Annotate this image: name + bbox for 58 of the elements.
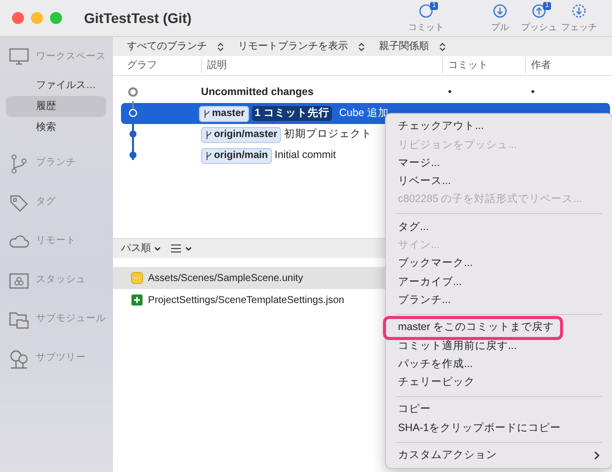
file-path: Assets/Scenes/SampleScene.unity — [148, 272, 304, 286]
menu-item[interactable]: コミット適用前に戻す... — [386, 337, 612, 356]
sort-dropdown[interactable]: パス順 — [121, 241, 161, 256]
close-button[interactable] — [12, 12, 24, 24]
list-icon — [171, 244, 181, 253]
zoom-button[interactable] — [50, 12, 62, 24]
file-path: ProjectSettings/SceneTemplateSettings.json — [148, 294, 344, 308]
commit-icon — [417, 2, 435, 20]
sidebar-item[interactable]: ファイルス… — [6, 75, 106, 96]
column-header[interactable]: コミット — [442, 58, 525, 73]
branch-badge: origin/master — [201, 126, 282, 142]
toolbar-button[interactable]: フェッチ — [558, 2, 600, 34]
column-header[interactable]: グラフ — [113, 58, 201, 73]
commit-cell-text: • — [447, 84, 453, 100]
commit-message: Initial commit — [274, 148, 336, 163]
branch-icon — [205, 130, 212, 140]
updown-icon — [217, 42, 224, 52]
push-icon — [530, 2, 548, 20]
pull-icon — [491, 2, 509, 20]
updown-icon — [358, 42, 365, 52]
commit-message: Uncommitted changes — [201, 84, 314, 100]
sidebar-item[interactable]: 履歴 — [6, 96, 106, 117]
branch-badge: master — [199, 106, 249, 122]
toolbar-button[interactable]: プル — [480, 2, 520, 34]
modified-icon — [131, 272, 143, 284]
filter-dropdown[interactable]: リモートブランチを表示 — [238, 39, 365, 54]
fetch-icon — [570, 2, 588, 20]
window-title: GitTestTest (Git) — [84, 8, 192, 28]
menu-item[interactable]: アーカイブ... — [386, 273, 612, 292]
updown-icon — [439, 42, 446, 52]
trees-icon — [8, 348, 30, 370]
column-header[interactable]: 作者 — [525, 58, 612, 73]
menu-item[interactable]: SHA-1をクリップボードにコピー — [386, 419, 612, 438]
filter-dropdown[interactable]: すべてのブランチ — [127, 39, 224, 54]
branch-icon — [203, 108, 210, 118]
branch-icon — [205, 150, 212, 160]
chevron-icon — [154, 246, 161, 252]
sidebar-item[interactable]: 検索 — [6, 117, 106, 138]
menu-item[interactable]: マージ... — [386, 154, 612, 173]
menu-item[interactable]: master をこのコミットまで戻す — [386, 318, 560, 338]
commit-message: 初期プロジェクト — [284, 126, 372, 142]
menu-item[interactable]: チェリーピック — [386, 374, 612, 392]
filter-dropdown[interactable]: 親子関係順 — [379, 39, 446, 54]
ahead-badge: 1 コミット先行 — [252, 106, 332, 121]
chevron-icon — [185, 246, 192, 252]
view-options-button[interactable] — [171, 244, 192, 253]
menu-item[interactable]: パッチを作成... — [386, 356, 612, 374]
menu-item[interactable]: ブランチ... — [386, 292, 612, 310]
menu-item[interactable]: コピー — [386, 401, 612, 420]
menu-item[interactable]: カスタムアクション — [386, 446, 612, 466]
minimize-button[interactable] — [31, 12, 43, 24]
menu-item[interactable]: リベース... — [386, 172, 612, 192]
column-header[interactable]: 説明 — [201, 58, 442, 73]
branch-badge: origin/main — [201, 148, 272, 164]
menu-item[interactable]: タグ... — [386, 218, 612, 237]
commit-row[interactable]: Uncommitted changes • • — [113, 82, 612, 103]
author-cell-text: • — [530, 84, 535, 100]
added-icon — [131, 294, 143, 306]
